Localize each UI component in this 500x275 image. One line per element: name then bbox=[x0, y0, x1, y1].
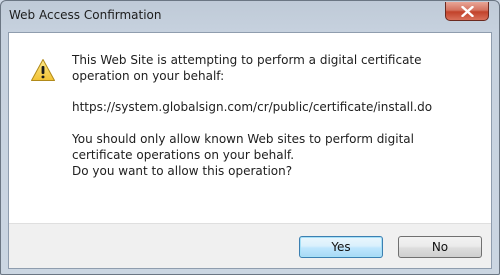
close-icon bbox=[461, 6, 474, 17]
warning-icon bbox=[31, 59, 55, 81]
warning-text: You should only allow known Web sites to… bbox=[72, 131, 462, 179]
site-url: https://system.globalsign.com/cr/public/… bbox=[72, 100, 433, 114]
button-bar: Yes No bbox=[9, 223, 491, 268]
dialog-content: This Web Site is attempting to perform a… bbox=[8, 32, 492, 269]
yes-button[interactable]: Yes bbox=[299, 236, 383, 258]
title-bar[interactable]: Web Access Confirmation bbox=[1, 1, 499, 33]
window-title: Web Access Confirmation bbox=[9, 8, 162, 22]
no-button[interactable]: No bbox=[398, 236, 482, 258]
dialog-window: Web Access Confirmation This Web Site is… bbox=[0, 0, 500, 275]
message-text: This Web Site is attempting to perform a… bbox=[72, 53, 422, 83]
warning-line-2: Do you want to allow this operation? bbox=[72, 164, 293, 178]
warning-line-1: You should only allow known Web sites to… bbox=[72, 132, 414, 162]
close-button[interactable] bbox=[445, 2, 489, 21]
